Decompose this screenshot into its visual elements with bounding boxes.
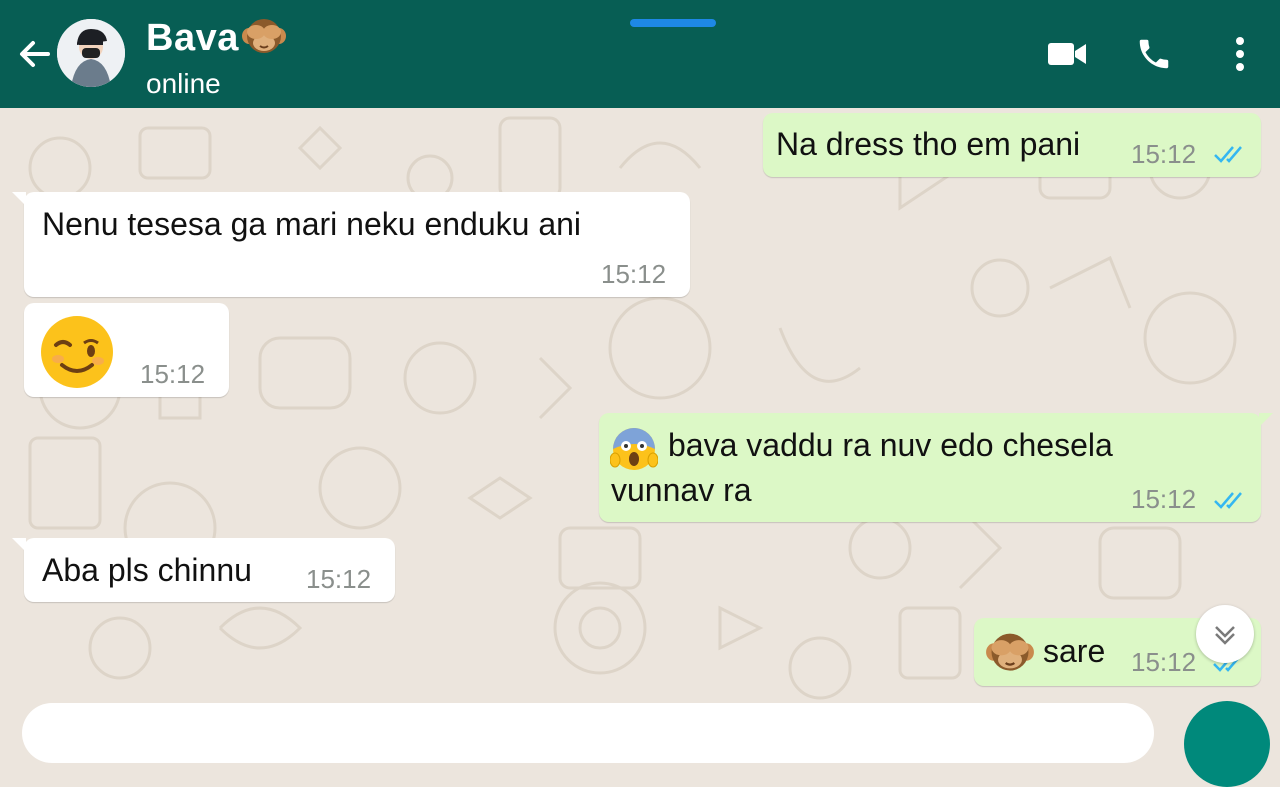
message-outgoing[interactable]: Na dress tho em pani 15:12	[763, 113, 1261, 177]
video-call-button[interactable]	[1044, 30, 1092, 78]
see-no-evil-monkey-icon	[241, 14, 287, 66]
voice-call-button[interactable]	[1130, 30, 1178, 78]
read-ticks-icon	[1214, 492, 1242, 509]
message-text: Na dress tho em pani	[776, 126, 1081, 162]
bubble-tail	[1259, 413, 1273, 427]
back-button[interactable]	[14, 34, 54, 74]
more-vertical-icon	[1236, 37, 1244, 71]
message-time: 15:12	[1131, 139, 1197, 169]
message-text: Nenu tesesa ga mari neku enduku ani	[42, 206, 582, 242]
message-text: sare	[1043, 633, 1106, 669]
phone-icon	[1139, 39, 1169, 69]
contact-status: online	[146, 68, 221, 99]
bubble-tail	[12, 192, 26, 206]
bubble-tail	[12, 538, 26, 552]
message-text-line: bava vaddu ra nuv edo chesela	[668, 427, 1113, 463]
message-time: 15:12	[1131, 647, 1197, 677]
contact-name[interactable]: Bava	[146, 14, 287, 66]
message-text-line: vunnav ra	[611, 472, 752, 508]
message-incoming[interactable]: 15:12	[24, 303, 229, 397]
arrow-left-icon	[20, 41, 50, 67]
message-incoming[interactable]: Nenu tesesa ga mari neku enduku ani 15:1…	[12, 192, 690, 297]
drag-handle[interactable]	[630, 19, 716, 27]
avatar[interactable]	[57, 19, 125, 87]
send-button[interactable]	[1184, 701, 1270, 787]
read-ticks-icon	[1214, 146, 1242, 163]
message-text: Aba pls chinnu	[42, 552, 252, 588]
message-incoming[interactable]: Aba pls chinnu 15:12	[12, 538, 395, 602]
message-time: 15:12	[1131, 484, 1197, 514]
message-input[interactable]	[22, 703, 1154, 763]
message-time: 15:12	[140, 359, 206, 389]
scroll-to-bottom-button[interactable]	[1196, 605, 1254, 663]
message-outgoing[interactable]: bava vaddu ra nuv edo chesela vunnav ra …	[599, 413, 1273, 522]
more-options-button[interactable]	[1216, 30, 1264, 78]
chevron-double-down-icon	[1215, 626, 1235, 645]
see-no-evil-monkey-icon	[986, 633, 1034, 671]
chat-header: Bava online	[0, 0, 1280, 108]
message-time: 15:12	[601, 259, 667, 289]
video-call-icon	[1048, 43, 1086, 65]
face-screaming-in-fear-icon	[610, 428, 658, 470]
winking-face-icon	[41, 316, 113, 388]
message-time: 15:12	[306, 564, 372, 594]
